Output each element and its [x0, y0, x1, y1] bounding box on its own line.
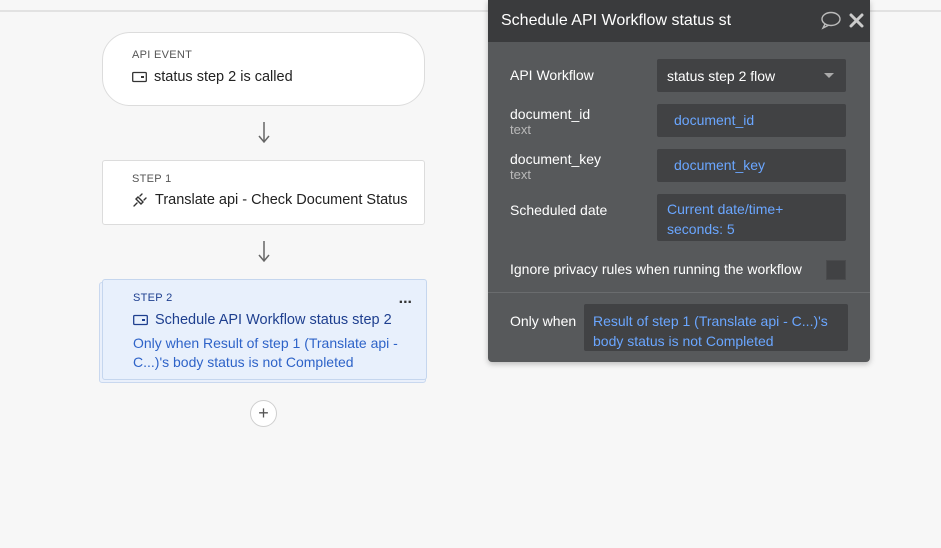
step1-title: Translate api - Check Document Status	[155, 192, 408, 208]
arrow-down-icon	[258, 122, 270, 144]
only-when-line2: body status is not Completed	[593, 333, 774, 349]
panel-header-icons	[820, 11, 864, 30]
only-when-line1: Result of step 1 (Translate api - C...)'…	[593, 313, 828, 329]
event-kicker: API EVENT	[132, 49, 193, 61]
document-id-type: text	[510, 122, 531, 137]
step1-kicker: STEP 1	[132, 173, 172, 185]
step2-kicker: STEP 2	[133, 292, 173, 304]
api-workflow-value: status step 2 flow	[667, 68, 776, 84]
scheduled-date-line1: Current date/time+	[667, 201, 784, 217]
comment-icon[interactable]	[820, 11, 841, 30]
scheduled-date-label: Scheduled date	[510, 202, 608, 218]
step2-title: Schedule API Workflow status step 2	[155, 312, 392, 328]
step-1-card[interactable]: STEP 1 Translate api - Check Document St…	[102, 160, 425, 225]
api-icon	[132, 71, 147, 83]
event-title: status step 2 is called	[154, 69, 293, 85]
panel-divider	[488, 292, 870, 293]
panel-header: Schedule API Workflow status st	[488, 0, 870, 42]
add-step-button[interactable]: +	[250, 400, 277, 427]
ignore-privacy-checkbox[interactable]	[826, 260, 846, 280]
only-when-field[interactable]: Result of step 1 (Translate api - C...)'…	[584, 304, 848, 351]
more-options-icon[interactable]: ...	[399, 290, 412, 308]
api-icon	[133, 314, 148, 326]
document-key-type: text	[510, 167, 531, 182]
close-icon[interactable]	[849, 13, 864, 28]
only-when-label: Only when	[510, 313, 577, 329]
step2-title-row: Schedule API Workflow status step 2	[133, 312, 392, 328]
api-workflow-dropdown[interactable]: status step 2 flow	[657, 59, 846, 92]
document-id-label: document_id	[510, 106, 591, 122]
plugin-icon	[133, 193, 147, 207]
scheduled-date-field[interactable]: Current date/time+ seconds: 5	[657, 194, 846, 241]
chevron-down-icon	[824, 73, 834, 78]
plus-icon: +	[258, 403, 269, 423]
step1-title-row: Translate api - Check Document Status	[132, 192, 408, 208]
step2-condition: Only when Result of step 1 (Translate ap…	[133, 335, 398, 370]
property-editor-panel: Schedule API Workflow status st API Work…	[488, 0, 870, 362]
scheduled-date-line2: seconds: 5	[667, 221, 735, 237]
api-workflow-label: API Workflow	[510, 67, 594, 83]
document-key-field[interactable]: document_key	[657, 149, 846, 182]
document-id-field[interactable]: document_id	[657, 104, 846, 137]
arrow-down-icon	[258, 241, 270, 263]
document-key-label: document_key	[510, 151, 602, 167]
step-2-card[interactable]: STEP 2 ... Schedule API Workflow status …	[102, 279, 427, 380]
ignore-privacy-label: Ignore privacy rules when running the wo…	[510, 261, 802, 277]
panel-title: Schedule API Workflow status st	[501, 12, 732, 29]
event-title-row: status step 2 is called	[132, 69, 293, 85]
api-event-card[interactable]: API EVENT status step 2 is called	[102, 32, 425, 106]
